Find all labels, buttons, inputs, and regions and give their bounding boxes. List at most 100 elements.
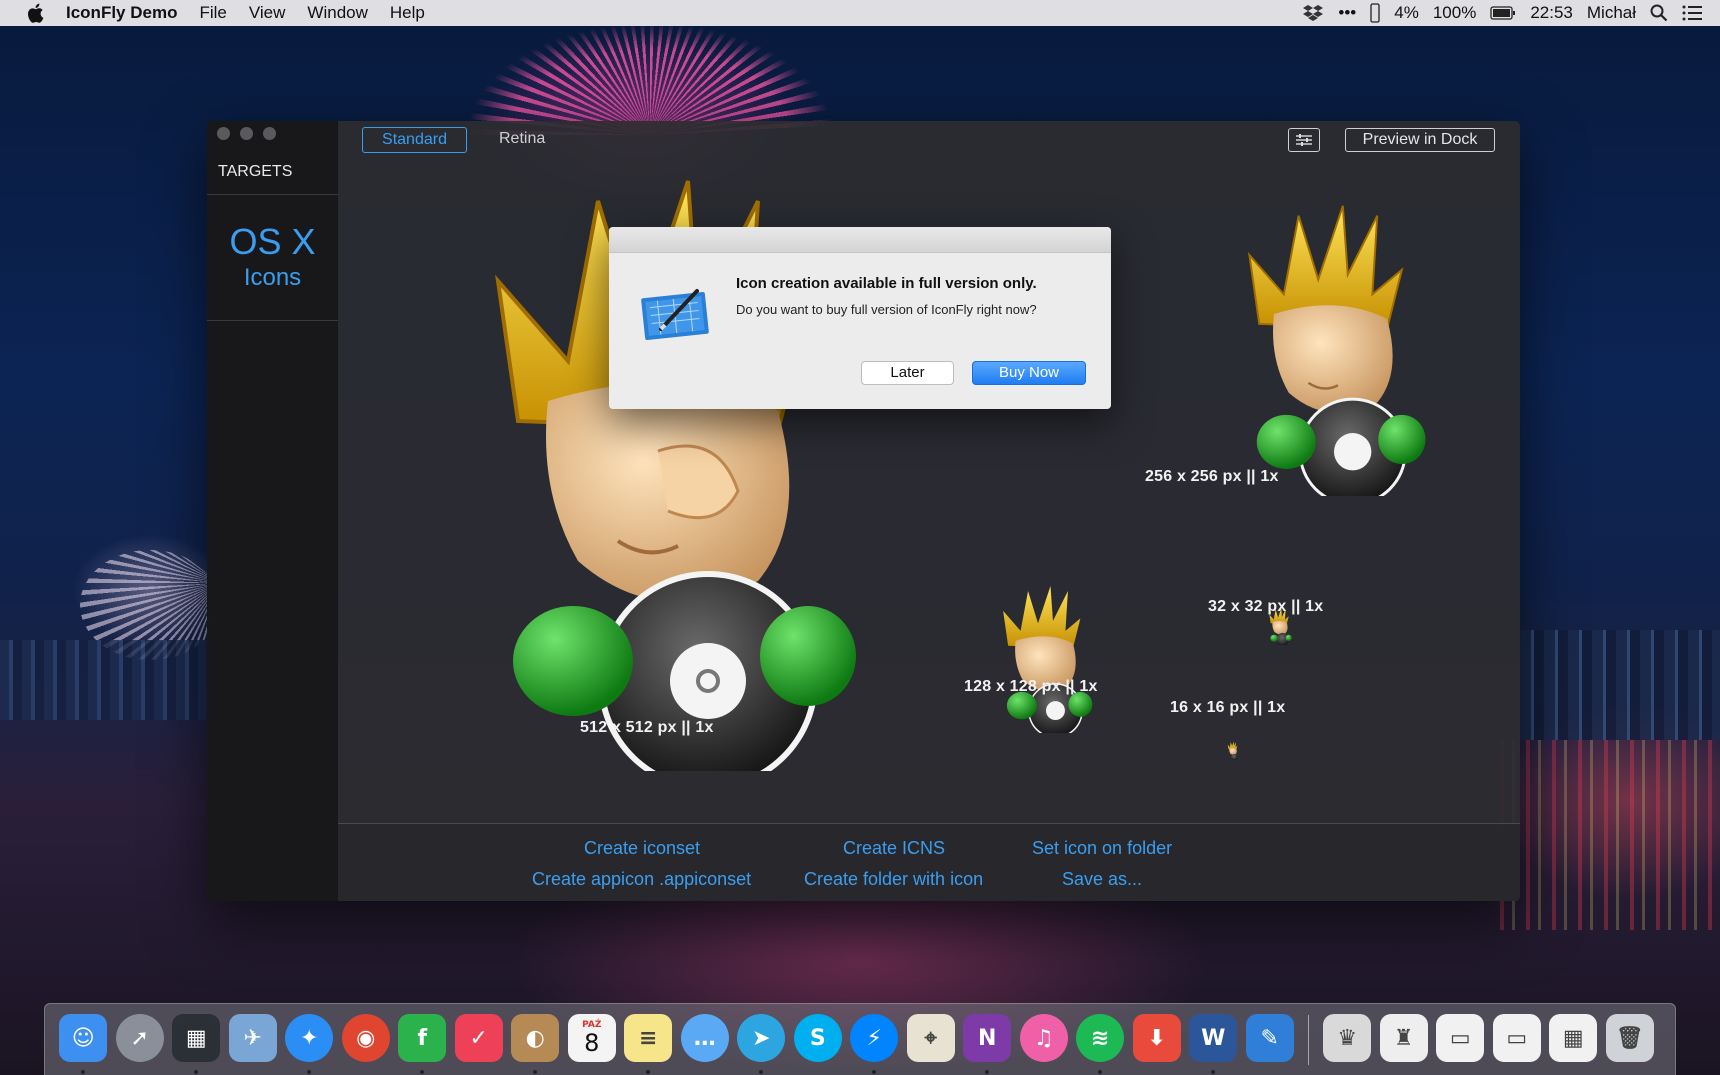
- contacts-icon-glyph: ◐: [511, 1014, 560, 1062]
- word-icon[interactable]: W: [1185, 1014, 1242, 1074]
- maps-icon[interactable]: ⌖: [903, 1014, 960, 1066]
- messages-icon-glyph: …: [680, 1014, 729, 1062]
- settings-button[interactable]: [1288, 128, 1320, 152]
- window-thumb-3-icon-glyph: ▦: [1549, 1014, 1598, 1062]
- create-folder-with-icon-link[interactable]: Create folder with icon: [804, 869, 983, 890]
- preview-in-dock-button[interactable]: Preview in Dock: [1345, 128, 1495, 152]
- safari-icon-glyph: ✦: [285, 1014, 334, 1062]
- later-button[interactable]: Later: [861, 361, 954, 385]
- preview-icon[interactable]: ✈: [225, 1014, 282, 1066]
- mission-control-icon[interactable]: ▦: [168, 1014, 225, 1074]
- save-as-link[interactable]: Save as...: [1062, 869, 1142, 890]
- running-indicator: [759, 1070, 764, 1074]
- menu-window[interactable]: Window: [307, 3, 367, 23]
- window-controls: [217, 127, 276, 140]
- messenger-icon[interactable]: ⚡: [846, 1014, 903, 1074]
- menu-help[interactable]: Help: [390, 3, 425, 23]
- skype-icon[interactable]: S: [790, 1014, 847, 1066]
- menu-bar: IconFly Demo File View Window Help ••• 4…: [0, 0, 1720, 26]
- iconfly-icon-glyph: ✎: [1245, 1014, 1294, 1062]
- downie-icon[interactable]: ⬇: [1129, 1014, 1186, 1066]
- launchpad-icon[interactable]: ➚: [112, 1014, 169, 1066]
- dock: ☺ ➚ ▦ ✈ ✦ ◉ f ✓ ◐ PAŹ 8 ≡… ➤ S ⚡ ⌖ N ♫ ≋ ⬇ W ✎ ♛ ♜ ▭ ▭ ▦ 🗑: [44, 1003, 1676, 1075]
- background-skyline-left: [0, 640, 210, 720]
- stack-iconfly-icon-glyph: ♛: [1323, 1014, 1372, 1062]
- set-icon-on-folder-link[interactable]: Set icon on folder: [1032, 838, 1172, 859]
- menu-view[interactable]: View: [249, 3, 286, 23]
- create-appicon-link[interactable]: Create appicon .appiconset: [532, 869, 751, 890]
- onenote-icon[interactable]: N: [959, 1014, 1016, 1074]
- menu-file[interactable]: File: [199, 3, 226, 23]
- onenote-icon-glyph: N: [963, 1014, 1012, 1062]
- preview-32-label: 32 x 32 px || 1x: [1208, 598, 1324, 615]
- spotify-icon[interactable]: ≋: [1072, 1014, 1129, 1074]
- target-subtitle: Icons: [243, 264, 302, 291]
- running-indicator: [1211, 1070, 1216, 1074]
- stack-people-icon-glyph: ♜: [1379, 1014, 1428, 1062]
- battery-icon[interactable]: [1490, 3, 1516, 23]
- calendar-icon[interactable]: PAŹ 8: [564, 1014, 621, 1066]
- more-status-icon[interactable]: •••: [1338, 3, 1356, 23]
- messages-icon[interactable]: …: [677, 1014, 734, 1066]
- notes-icon[interactable]: ≡: [620, 1014, 677, 1074]
- preview-16-icon: [1227, 741, 1239, 765]
- clock[interactable]: 22:53: [1530, 3, 1573, 23]
- background-water-lights: [1500, 740, 1720, 930]
- iconfly-icon[interactable]: ✎: [1242, 1014, 1299, 1066]
- running-indicator: [81, 1070, 86, 1074]
- apple-icon[interactable]: [26, 3, 44, 23]
- sidebar-item-osx-icons[interactable]: OS X Icons: [207, 221, 338, 293]
- notification-center-icon[interactable]: [1682, 3, 1702, 23]
- running-indicator: [985, 1070, 990, 1074]
- user-name[interactable]: Michał: [1587, 3, 1636, 23]
- trash-icon-glyph: 🗑: [1605, 1014, 1654, 1062]
- zoom-window-icon[interactable]: [263, 127, 276, 140]
- alert-dialog: Icon creation available in full version …: [609, 227, 1111, 409]
- skype-icon-glyph: S: [793, 1014, 842, 1062]
- spotlight-search-icon[interactable]: [1650, 3, 1668, 23]
- iconfly-app-icon: [639, 285, 711, 341]
- volume-percent[interactable]: 4%: [1394, 3, 1419, 23]
- chrome-icon[interactable]: ◉: [338, 1014, 395, 1066]
- sidebar-divider: [207, 194, 338, 195]
- stack-iconfly-icon[interactable]: ♛: [1319, 1014, 1376, 1066]
- spotify-icon-glyph: ≋: [1076, 1014, 1125, 1062]
- dropbox-icon[interactable]: [1302, 3, 1324, 23]
- window-thumb-2-icon[interactable]: ▭: [1489, 1014, 1546, 1066]
- trash-icon[interactable]: 🗑: [1602, 1014, 1659, 1066]
- dialog-titlebar: [609, 227, 1111, 253]
- tab-retina[interactable]: Retina: [483, 127, 561, 153]
- background-fireworks: [470, 25, 830, 135]
- create-icns-link[interactable]: Create ICNS: [843, 838, 945, 859]
- window-thumb-3-icon[interactable]: ▦: [1545, 1014, 1602, 1066]
- actions-bar: Create iconset Create ICNS Set icon on f…: [338, 823, 1520, 901]
- target-title: OS X: [229, 221, 316, 262]
- preview-16-label: 16 x 16 px || 1x: [1170, 699, 1286, 716]
- itunes-icon[interactable]: ♫: [1016, 1014, 1073, 1066]
- telegram-icon[interactable]: ➤: [733, 1014, 790, 1074]
- window-thumb-2-icon-glyph: ▭: [1492, 1014, 1541, 1062]
- window-thumb-1-icon[interactable]: ▭: [1432, 1014, 1489, 1066]
- stack-people-icon[interactable]: ♜: [1376, 1014, 1433, 1066]
- battery-percent[interactable]: 100%: [1433, 3, 1476, 23]
- contacts-icon[interactable]: ◐: [507, 1014, 564, 1074]
- buy-now-button[interactable]: Buy Now: [972, 361, 1086, 385]
- preview-128-label: 128 x 128 px || 1x: [964, 678, 1098, 695]
- feedly-icon[interactable]: f: [394, 1014, 451, 1074]
- menu-app-name[interactable]: IconFly Demo: [66, 3, 177, 23]
- finder-icon[interactable]: ☺: [55, 1014, 112, 1074]
- running-indicator: [420, 1070, 425, 1074]
- sidebar: TARGETS OS X Icons: [207, 121, 338, 901]
- minimize-window-icon[interactable]: [240, 127, 253, 140]
- tab-standard[interactable]: Standard: [362, 127, 467, 153]
- create-iconset-link[interactable]: Create iconset: [584, 838, 700, 859]
- dock-separator: [1308, 1015, 1309, 1065]
- telegram-icon-glyph: ➤: [737, 1014, 786, 1062]
- running-indicator: [1098, 1070, 1103, 1074]
- close-window-icon[interactable]: [217, 127, 230, 140]
- feedly-icon-glyph: f: [398, 1014, 447, 1062]
- sidebar-section-title: TARGETS: [218, 163, 293, 180]
- safari-icon[interactable]: ✦: [281, 1014, 338, 1074]
- phone-battery-icon[interactable]: [1370, 3, 1380, 23]
- pocket-icon[interactable]: ✓: [451, 1014, 508, 1066]
